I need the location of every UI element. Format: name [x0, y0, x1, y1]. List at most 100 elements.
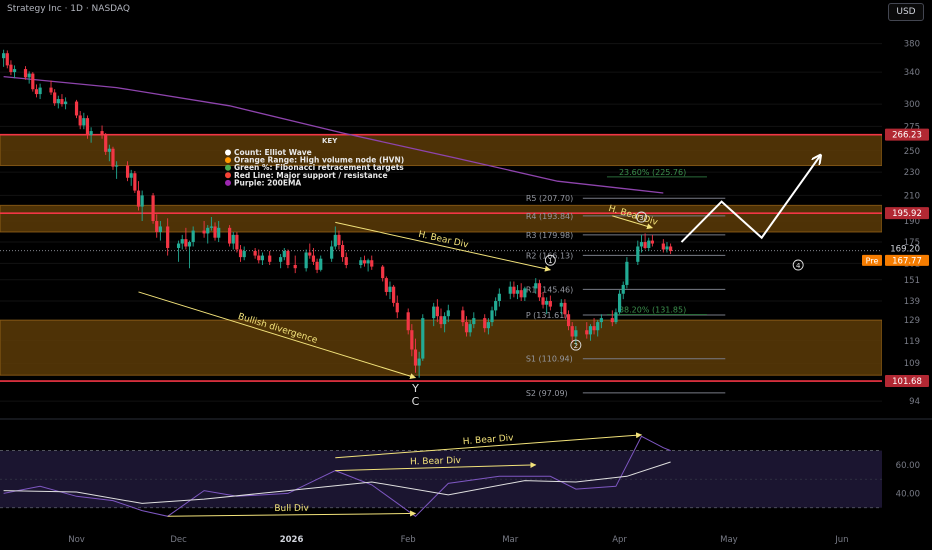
price-tick-label: 210 [904, 191, 920, 201]
candle-body [650, 240, 654, 244]
candle-body [417, 358, 421, 366]
candle-body [548, 301, 552, 307]
candle-body [23, 69, 28, 78]
legend-dot [225, 149, 231, 156]
candle-body [461, 310, 465, 323]
candle-body [282, 250, 286, 258]
candle-body [566, 314, 571, 327]
candle-body [570, 326, 574, 337]
candle-body [125, 165, 130, 178]
pivot-label: S2 (97.09) [526, 389, 568, 398]
candle-body [614, 312, 618, 323]
candle-body [209, 226, 213, 228]
candle-body [362, 260, 367, 264]
pivot-label: S1 (110.94) [526, 355, 573, 364]
legend-dot [225, 164, 231, 171]
candle-body [107, 148, 111, 152]
candle-body [366, 260, 370, 264]
candle-body [392, 286, 396, 303]
candle-body [151, 195, 155, 222]
candle-body [133, 173, 137, 191]
candle-body [464, 322, 469, 333]
candle-body [388, 286, 392, 292]
pivot-label: R3 (179.98) [526, 231, 573, 240]
candle-body [111, 148, 115, 167]
candle-body [34, 89, 39, 95]
candle-body [596, 322, 600, 331]
legend-dot [225, 172, 231, 179]
candle-body [187, 242, 192, 247]
candle-body [599, 318, 603, 323]
candle-body [78, 115, 82, 126]
candle-body [559, 302, 563, 307]
candle-body [541, 297, 545, 305]
candle-body [636, 246, 640, 262]
candle-body [588, 326, 593, 335]
candle-body [38, 87, 42, 95]
candle-body [472, 318, 476, 325]
price-tick-label: 119 [904, 337, 920, 347]
price-tick-label: 109 [904, 359, 920, 369]
candle-body [304, 252, 308, 269]
candle-body [515, 290, 520, 294]
candle-body [486, 322, 490, 329]
time-tick-label: Mar [502, 535, 519, 545]
candle-body [176, 243, 181, 248]
candle-body [9, 64, 13, 73]
candle-body [5, 53, 9, 66]
candle-body [27, 73, 31, 78]
candle-body [308, 252, 312, 256]
candle-body [206, 227, 210, 234]
time-tick-label: Feb [401, 535, 416, 545]
price-tag-label: 167.77 [892, 256, 922, 266]
price-tick-label: 250 [904, 147, 920, 157]
candle-body [333, 234, 337, 247]
candle-body [213, 226, 217, 238]
price-tick-label: 151 [904, 276, 920, 286]
currency-button[interactable]: USD [888, 3, 924, 21]
candle-body [60, 99, 64, 105]
candle-body [330, 246, 334, 259]
price-tag-label: 266.23 [892, 131, 922, 141]
legend-item: Purple: 200EMA [234, 178, 301, 187]
candle-body [202, 230, 206, 234]
candle-body [319, 258, 323, 270]
candle-body [260, 255, 265, 261]
candle-body [406, 312, 410, 331]
candle-body [439, 316, 443, 325]
candle-body [497, 293, 501, 302]
price-tag-label: 169.20 [890, 245, 920, 255]
candle-body [617, 293, 622, 313]
candle-body [563, 302, 567, 315]
candle-body [359, 260, 363, 265]
legend-title: KEY [322, 137, 338, 145]
candle-body [191, 230, 195, 243]
rsi-tick-label: 60.00 [896, 461, 920, 471]
candle-body [337, 234, 341, 246]
candle-body [311, 255, 316, 262]
candle-body [140, 195, 144, 207]
candle-body [268, 255, 272, 262]
candle-body [621, 284, 625, 294]
pivot-label: R1 (145.46) [526, 285, 573, 294]
candle-body [643, 242, 647, 248]
candle-body [129, 173, 133, 178]
price-tick-label: 230 [904, 168, 920, 178]
candle-body [537, 283, 542, 298]
rsi-annotation-label: H. Bear Div [410, 456, 462, 467]
candle-body [585, 330, 589, 335]
time-tick-label: Nov [68, 535, 85, 545]
candle-body [49, 87, 53, 93]
price-tick-label: 300 [904, 100, 920, 110]
chart-title: Strategy Inc · 1D · NASDAQ [7, 4, 131, 14]
candle-body [115, 165, 119, 167]
candle-body [523, 288, 527, 298]
candle-body [443, 316, 447, 325]
candle-body [31, 73, 35, 90]
price-tag-label: 195.92 [892, 209, 922, 219]
candle-body [669, 246, 673, 251]
candle-body [534, 283, 538, 289]
candle-body [158, 226, 162, 233]
candle-body [136, 190, 141, 207]
price-tick-label: 94 [909, 397, 920, 407]
